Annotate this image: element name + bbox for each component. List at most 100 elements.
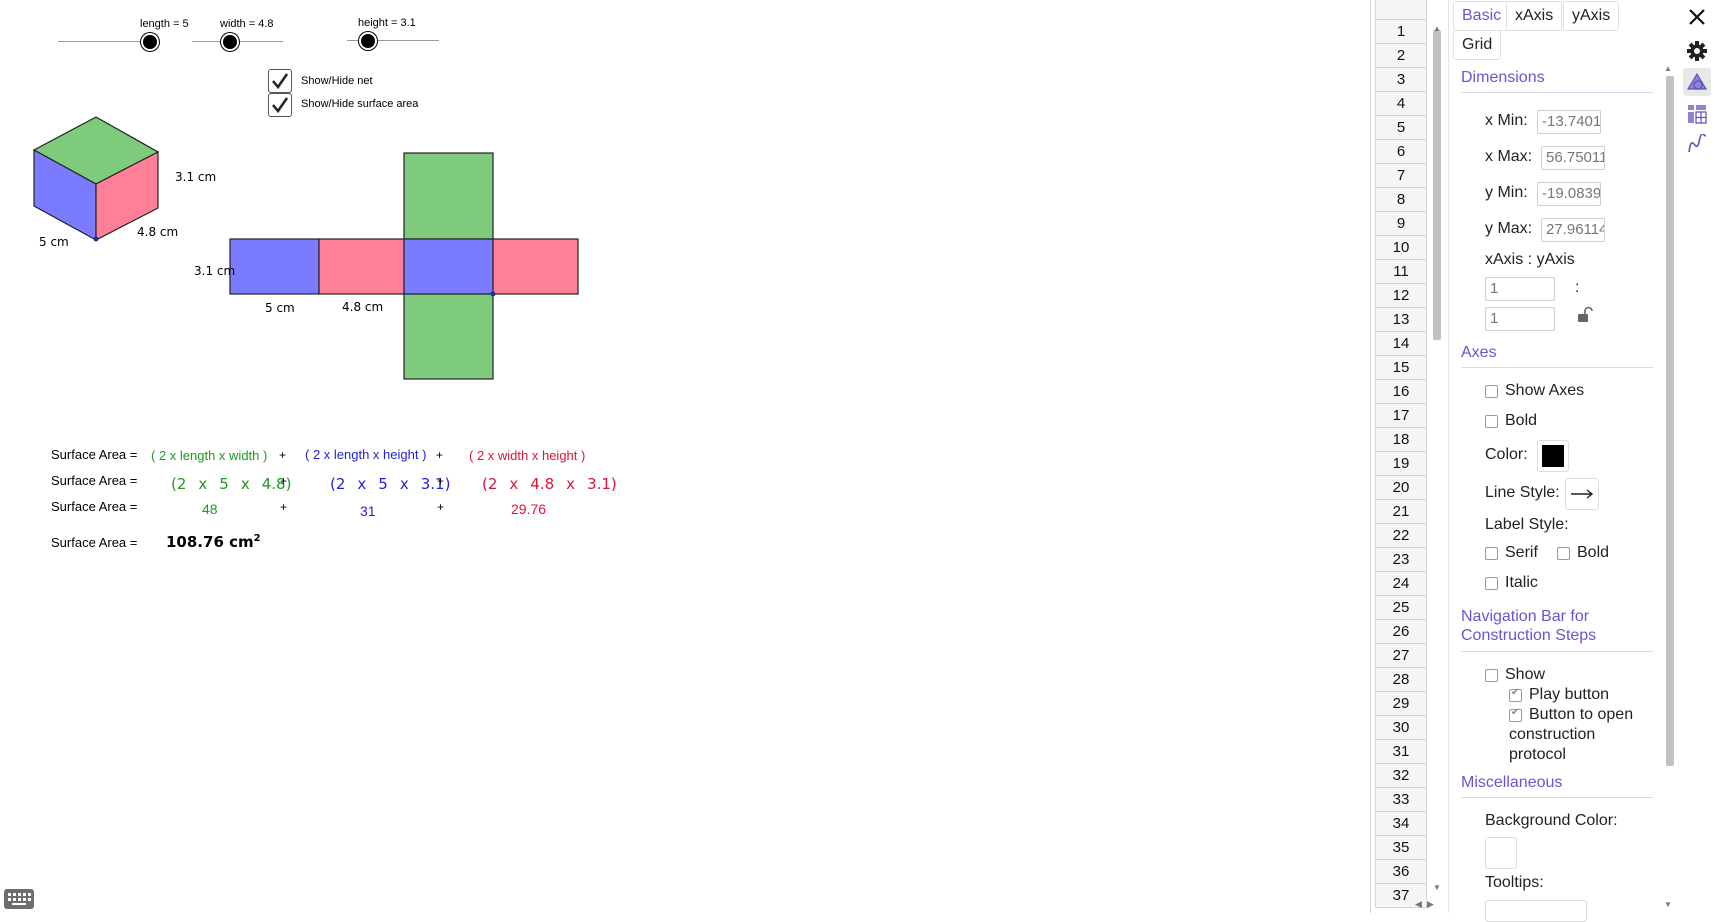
slider-length-label: length = 5 bbox=[140, 18, 189, 30]
scroll-up-icon[interactable]: ▲ bbox=[1664, 64, 1672, 73]
row-header[interactable]: 18 bbox=[1375, 428, 1427, 452]
row-header[interactable]: 22 bbox=[1375, 524, 1427, 548]
slider-height-knob[interactable] bbox=[359, 32, 377, 50]
keyboard-icon[interactable] bbox=[4, 889, 34, 909]
line-style-label: Line Style: bbox=[1485, 484, 1560, 501]
close-icon[interactable] bbox=[1683, 3, 1711, 31]
scroll-left-icon[interactable]: ◀ bbox=[1415, 899, 1422, 910]
show-surface-area-checkbox[interactable] bbox=[268, 93, 292, 117]
xmax-input[interactable]: 56.75011 bbox=[1541, 146, 1605, 170]
row-header[interactable]: 28 bbox=[1375, 668, 1427, 692]
function-icon[interactable] bbox=[1683, 130, 1711, 158]
row-header[interactable]: 16 bbox=[1375, 380, 1427, 404]
row-header[interactable]: 11 bbox=[1375, 260, 1427, 284]
ymax-input[interactable]: 27.96114 bbox=[1541, 218, 1605, 242]
slider-width-knob[interactable] bbox=[221, 33, 239, 51]
ymin-input[interactable]: -19.0839 bbox=[1537, 182, 1601, 206]
row-header[interactable]: 33 bbox=[1375, 788, 1427, 812]
unlock-icon[interactable] bbox=[1577, 306, 1593, 324]
scroll-up-icon[interactable]: ▲ bbox=[1433, 24, 1441, 33]
row-header[interactable]: 17 bbox=[1375, 404, 1427, 428]
row-header[interactable]: 31 bbox=[1375, 740, 1427, 764]
play-button-checkbox[interactable] bbox=[1509, 687, 1522, 702]
row-header[interactable]: 15 bbox=[1375, 356, 1427, 380]
axes-color-button[interactable] bbox=[1537, 440, 1569, 472]
row-header[interactable]: 32 bbox=[1375, 764, 1427, 788]
ratio-x-input[interactable]: 1 bbox=[1485, 277, 1555, 301]
tab-grid[interactable]: Grid bbox=[1453, 30, 1502, 60]
row-header[interactable]: 29 bbox=[1375, 692, 1427, 716]
row-header[interactable]: 14 bbox=[1375, 332, 1427, 356]
row-header[interactable]: 10 bbox=[1375, 236, 1427, 260]
nav-show-label: Show bbox=[1505, 666, 1546, 683]
show-axes-label: Show Axes bbox=[1505, 382, 1585, 399]
row-header[interactable]: 30 bbox=[1375, 716, 1427, 740]
tab-basic[interactable]: Basic bbox=[1453, 1, 1511, 31]
row-header[interactable]: 2 bbox=[1375, 44, 1427, 68]
row-header[interactable]: 20 bbox=[1375, 476, 1427, 500]
section-navigation-title: Navigation Bar for bbox=[1461, 608, 1590, 625]
xmin-label: x Min: bbox=[1485, 112, 1528, 129]
cube-width-label: 4.8 cm bbox=[137, 225, 179, 239]
row-header[interactable]: 1 bbox=[1375, 20, 1427, 44]
net-right-face bbox=[492, 238, 579, 295]
row-header[interactable]: 9 bbox=[1375, 212, 1427, 236]
line-style-button[interactable] bbox=[1565, 478, 1599, 510]
row-header[interactable]: 13 bbox=[1375, 308, 1427, 332]
row-header[interactable]: 24 bbox=[1375, 572, 1427, 596]
protocol-button-checkbox[interactable] bbox=[1509, 707, 1522, 722]
row-header[interactable]: 25 bbox=[1375, 596, 1427, 620]
row-header[interactable]: 21 bbox=[1375, 500, 1427, 524]
xmin-input[interactable]: -13.7401 bbox=[1537, 110, 1601, 134]
row-header[interactable]: 3 bbox=[1375, 68, 1427, 92]
tab-xaxis[interactable]: xAxis bbox=[1506, 1, 1563, 31]
row-header[interactable]: 7 bbox=[1375, 164, 1427, 188]
row-header[interactable]: 4 bbox=[1375, 92, 1427, 116]
slider-length-knob[interactable] bbox=[141, 33, 159, 51]
label-bold-checkbox[interactable] bbox=[1557, 547, 1570, 560]
tooltips-select[interactable] bbox=[1485, 900, 1587, 922]
row-header[interactable]: 5 bbox=[1375, 116, 1427, 140]
row-header[interactable]: 34 bbox=[1375, 812, 1427, 836]
ratio-y-input[interactable]: 1 bbox=[1485, 307, 1555, 331]
xmax-label: x Max: bbox=[1485, 148, 1533, 165]
gear-icon[interactable] bbox=[1683, 37, 1711, 65]
graphics-view[interactable]: length = 5 width = 4.8 height = 3.1 Show… bbox=[0, 0, 1370, 913]
show-axes-checkbox[interactable] bbox=[1485, 385, 1498, 398]
background-color-button[interactable] bbox=[1485, 837, 1517, 869]
plus-sign: + bbox=[280, 474, 288, 488]
net-left-face bbox=[318, 238, 405, 295]
italic-checkbox[interactable] bbox=[1485, 577, 1498, 590]
arrow-right-icon bbox=[1571, 489, 1594, 499]
row-header[interactable]: 36 bbox=[1375, 860, 1427, 884]
surface-area-label-3: Surface Area = bbox=[51, 499, 138, 514]
label-style-label: Label Style: bbox=[1485, 516, 1569, 533]
row-header[interactable]: 19 bbox=[1375, 452, 1427, 476]
properties-scrollbar[interactable] bbox=[1666, 76, 1674, 766]
spreadsheet-scrollbar[interactable] bbox=[1433, 30, 1441, 340]
checkmark-icon bbox=[272, 97, 289, 114]
spreadsheet-corner-header[interactable] bbox=[1375, 0, 1427, 20]
row-header[interactable]: 23 bbox=[1375, 548, 1427, 572]
row-header[interactable]: 8 bbox=[1375, 188, 1427, 212]
row-header[interactable]: 6 bbox=[1375, 140, 1427, 164]
spreadsheet-view[interactable]: 1 2 3 4 5 6 7 8 9 10 11 12 13 14 15 16 17 18 19 20 21 22 23 24 2… bbox=[1370, 0, 1443, 913]
scroll-down-icon[interactable]: ▼ bbox=[1433, 883, 1441, 892]
spreadsheet-icon[interactable] bbox=[1683, 100, 1711, 128]
protocol-button-label-2: construction bbox=[1509, 726, 1596, 743]
view-icon-bar bbox=[1677, 0, 1715, 913]
row-header[interactable]: 35 bbox=[1375, 836, 1427, 860]
tab-yaxis[interactable]: yAxis bbox=[1563, 1, 1620, 31]
nav-show-checkbox[interactable] bbox=[1485, 669, 1498, 682]
row-header[interactable]: 12 bbox=[1375, 284, 1427, 308]
scroll-down-icon[interactable]: ▼ bbox=[1664, 900, 1672, 909]
italic-label: Italic bbox=[1505, 574, 1538, 591]
graphics-icon[interactable] bbox=[1683, 68, 1711, 96]
show-net-checkbox[interactable] bbox=[268, 69, 292, 93]
row-header[interactable]: 27 bbox=[1375, 644, 1427, 668]
serif-checkbox[interactable] bbox=[1485, 547, 1498, 560]
row-header[interactable]: 26 bbox=[1375, 620, 1427, 644]
protocol-button-label: Button to open bbox=[1529, 706, 1634, 723]
bold-checkbox[interactable] bbox=[1485, 415, 1498, 428]
scroll-right-icon[interactable]: ▶ bbox=[1427, 899, 1434, 910]
